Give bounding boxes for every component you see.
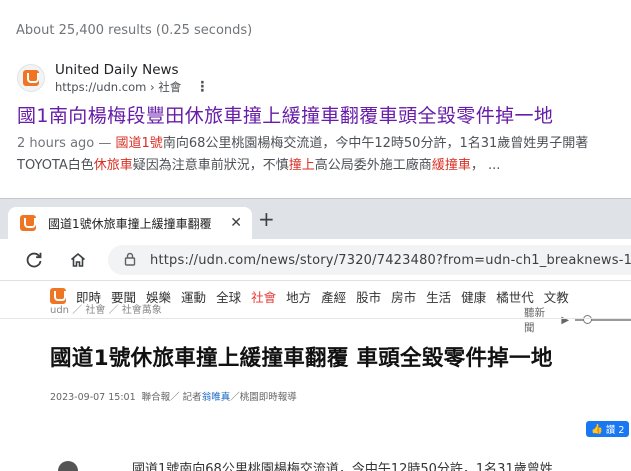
home-icon[interactable] bbox=[66, 248, 90, 272]
more-options-icon[interactable]: ⋮ bbox=[195, 79, 209, 95]
like-label: 讚 2 bbox=[605, 425, 625, 436]
audio-slider[interactable] bbox=[575, 315, 631, 324]
snippet-text: 疑因為注意車前狀況，不慎 bbox=[132, 158, 289, 173]
snippet-text: 高公局委外施工廠商 bbox=[314, 158, 432, 173]
snippet-highlight: 休旅車 bbox=[93, 158, 133, 173]
byline-date: 2023-09-07 15:01 bbox=[50, 392, 136, 403]
lock-icon[interactable] bbox=[124, 251, 136, 270]
site-info[interactable]: United Daily News https://udn.com › 社會 ⋮ bbox=[17, 60, 209, 96]
nav-item[interactable]: 房市 bbox=[391, 287, 416, 306]
tab-strip: 國道1號休旅車撞上緩撞車翻覆 車 ✕ + bbox=[0, 199, 631, 239]
udn-logo-icon bbox=[23, 70, 39, 86]
tab-title: 國道1號休旅車撞上緩撞車翻覆 車 bbox=[48, 216, 216, 231]
snippet-highlight: 緩撞車 bbox=[431, 158, 471, 173]
listen-news-control[interactable]: 聽新聞 ▶ bbox=[524, 305, 631, 335]
address-bar[interactable]: https://udn.com/news/story/7320/7423480?… bbox=[108, 245, 631, 275]
byline-source: 聯合報／ 記者 bbox=[141, 392, 202, 403]
nav-item[interactable]: 健康 bbox=[461, 287, 486, 306]
nav-item[interactable]: 橘世代 bbox=[496, 287, 534, 306]
site-url[interactable]: https://udn.com › 社會 bbox=[55, 79, 181, 95]
udn-favicon bbox=[17, 64, 45, 92]
nav-item[interactable]: 產經 bbox=[321, 287, 346, 306]
byline-rest: ／桃園即時報導 bbox=[230, 392, 297, 403]
snippet-highlight: 撞上 bbox=[288, 158, 315, 173]
nav-item[interactable]: 全球 bbox=[216, 287, 241, 306]
divider bbox=[0, 311, 631, 319]
tab-favicon-icon bbox=[20, 215, 36, 231]
article-byline: 2023-09-07 15:01 聯合報／ 記者翁唯真／桃園即時報導 bbox=[50, 389, 297, 403]
nav-item[interactable]: 運動 bbox=[181, 287, 206, 306]
snippet-date: 2 hours ago — bbox=[17, 136, 112, 151]
like-thumb-icon: 👍 bbox=[591, 423, 603, 435]
result-title-link[interactable]: 國1南向楊梅段豐田休旅車撞上緩撞車翻覆車頭全毀零件掉一地 bbox=[17, 101, 553, 128]
snippet-text: ， ... bbox=[470, 158, 501, 173]
nav-item[interactable]: 地方 bbox=[286, 287, 311, 306]
nav-item[interactable]: 股市 bbox=[356, 287, 381, 306]
article-first-line: 國道1號南向68公里桃園楊梅交流道，今中午12時50分許，1名31歲曾姓 bbox=[132, 462, 553, 471]
facebook-like-button[interactable]: 👍 讚 2 bbox=[586, 421, 630, 437]
url-text[interactable]: https://udn.com/news/story/7320/7423480?… bbox=[150, 253, 631, 268]
nav-item[interactable]: 生活 bbox=[426, 287, 451, 306]
result-snippet: 2 hours ago — 國道1號南向68公里桃園楊梅交流道，今中午12時50… bbox=[17, 133, 617, 177]
reload-icon[interactable] bbox=[22, 248, 46, 272]
snippet-highlight: 國道1號 bbox=[115, 136, 163, 151]
nav-item[interactable]: 文教 bbox=[544, 287, 569, 306]
result-stats: About 25,400 results (0.25 seconds) bbox=[16, 23, 253, 38]
browser-tab[interactable]: 國道1號休旅車撞上緩撞車翻覆 車 ✕ bbox=[8, 207, 252, 239]
nav-item-active[interactable]: 社會 bbox=[251, 287, 276, 306]
close-tab-icon[interactable]: ✕ bbox=[230, 215, 242, 231]
search-results: About 25,400 results (0.25 seconds) Unit… bbox=[0, 0, 631, 198]
browser-window: 國道1號休旅車撞上緩撞車翻覆 車 ✕ + https://udn.com/new… bbox=[0, 198, 631, 471]
site-name[interactable]: United Daily News bbox=[55, 62, 209, 79]
byline-author-link[interactable]: 翁唯真 bbox=[202, 392, 231, 403]
share-icon[interactable] bbox=[58, 461, 78, 471]
listen-label: 聽新聞 bbox=[524, 307, 545, 334]
new-tab-button[interactable]: + bbox=[258, 209, 275, 229]
article-headline: 國道1號休旅車撞上緩撞車翻覆 車頭全毀零件掉一地 bbox=[50, 346, 553, 371]
browser-toolbar: https://udn.com/news/story/7320/7423480?… bbox=[0, 239, 631, 281]
